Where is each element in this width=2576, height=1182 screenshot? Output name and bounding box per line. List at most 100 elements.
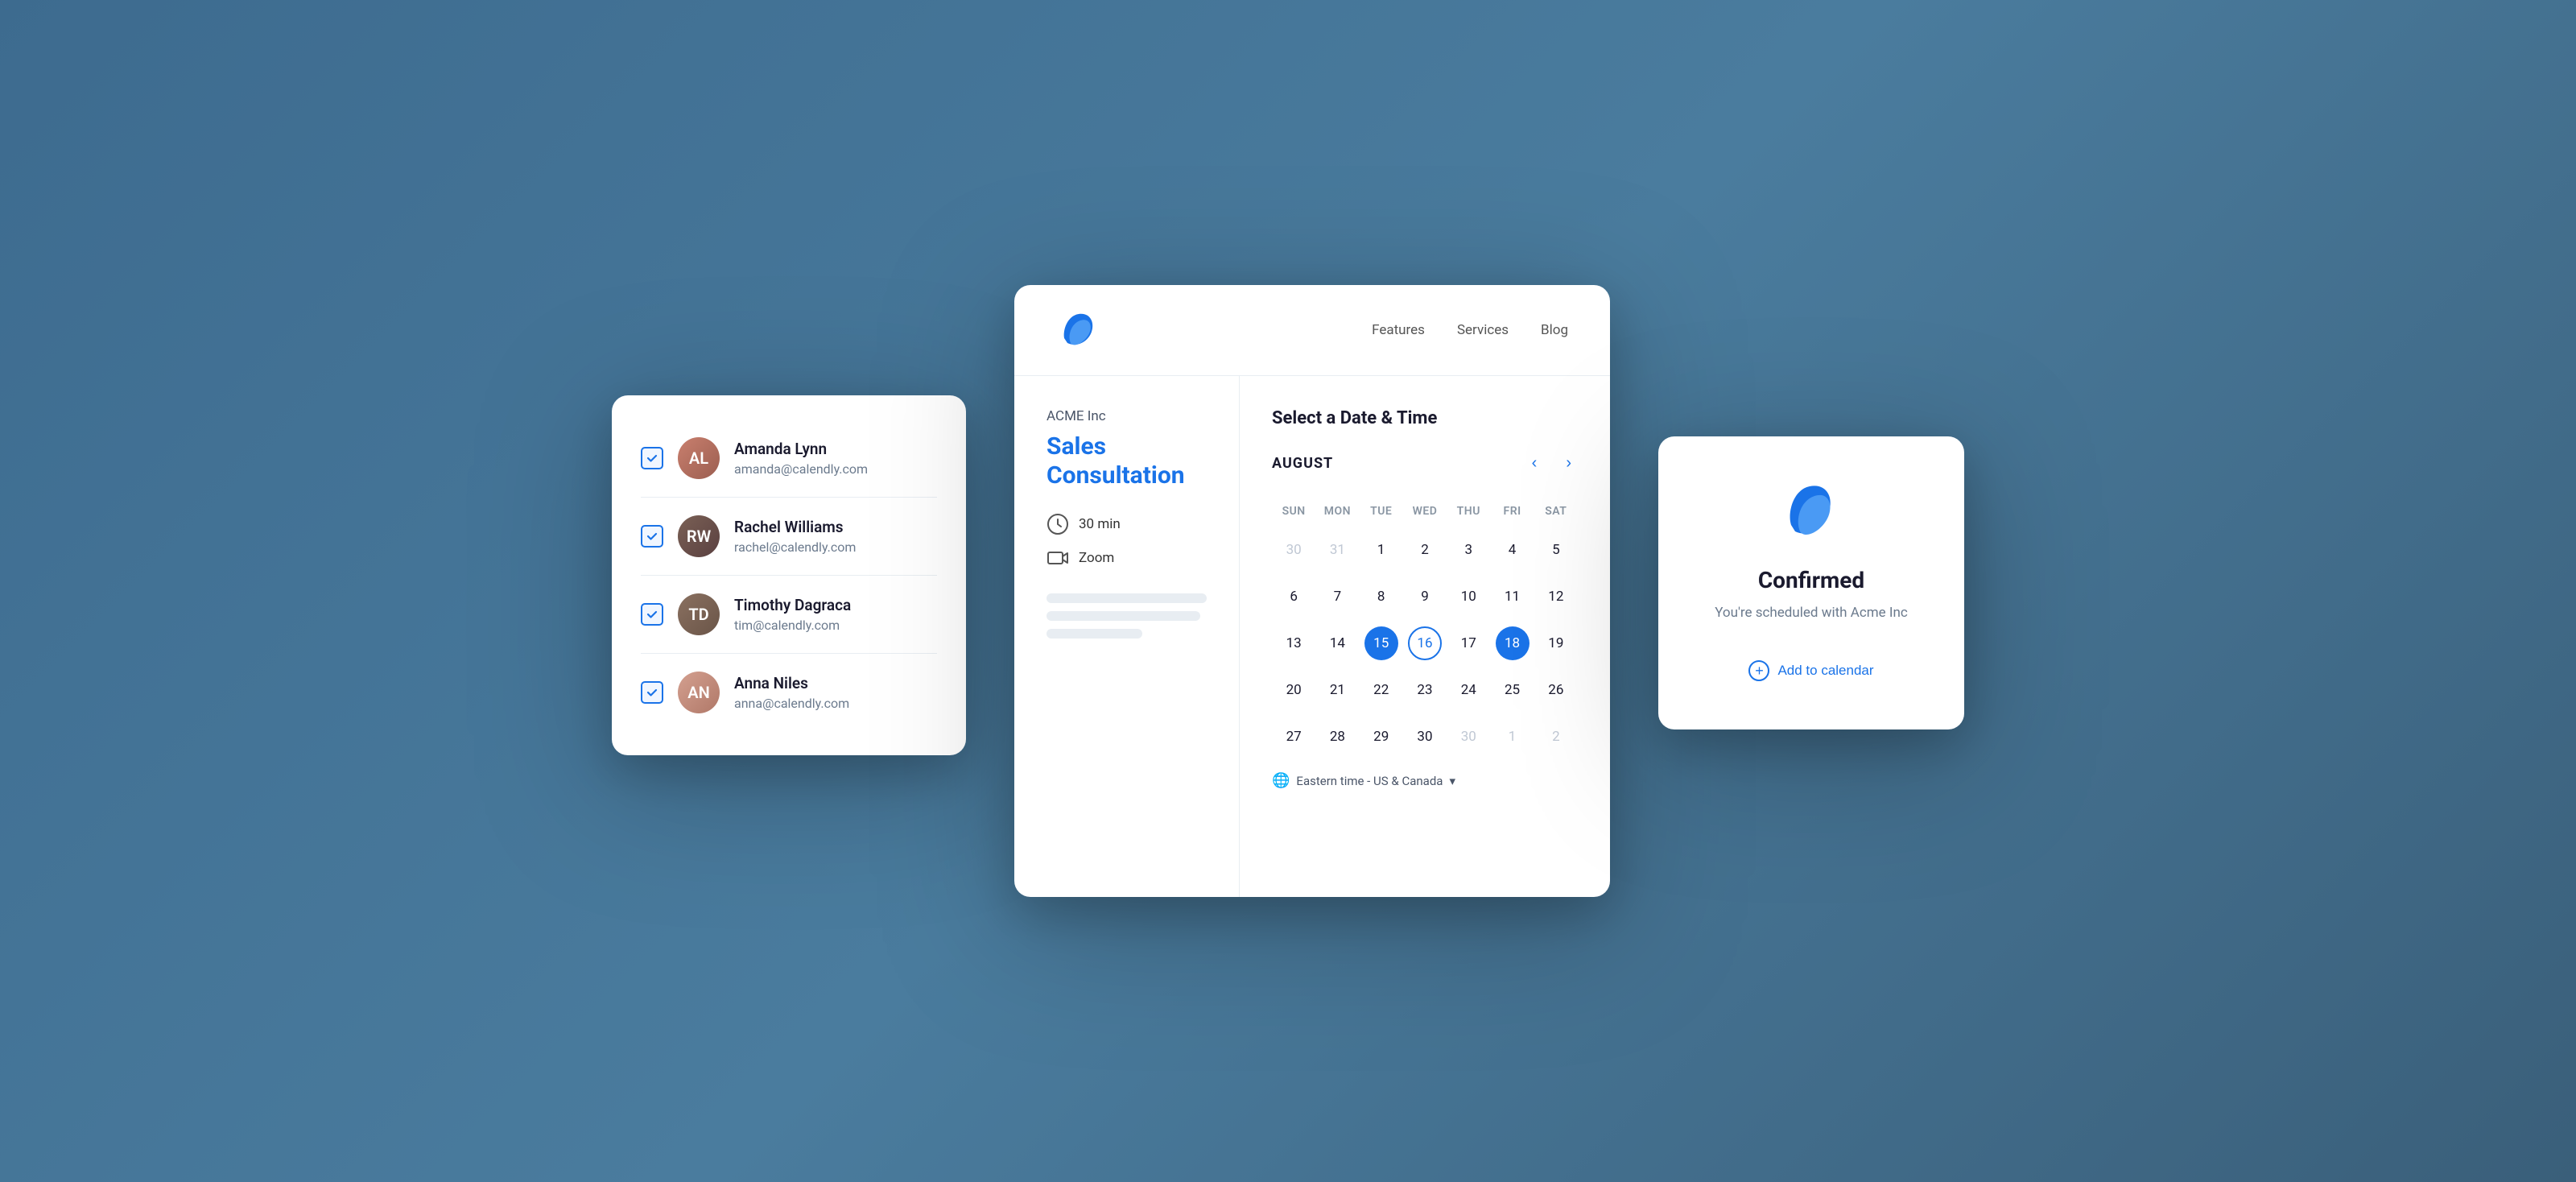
globe-icon: 🌐	[1272, 772, 1290, 789]
timezone-selector[interactable]: 🌐 Eastern time - US & Canada ▾	[1272, 772, 1578, 789]
user-item-4[interactable]: AN Anna Niles anna@calendly.com	[641, 654, 937, 731]
cal-day-6[interactable]: 6	[1277, 580, 1311, 614]
check-icon	[646, 686, 658, 699]
cal-day-25[interactable]: 25	[1496, 673, 1530, 707]
add-to-calendar-button[interactable]: + Add to calendar	[1736, 652, 1886, 689]
cal-day-17[interactable]: 17	[1451, 626, 1485, 660]
duration-label: 30 min	[1079, 516, 1121, 532]
service-title: Sales Consultation	[1046, 432, 1207, 490]
month-navigation: ‹ ›	[1525, 451, 1578, 476]
cal-day-26[interactable]: 26	[1539, 673, 1573, 707]
confirmation-subtitle: You're scheduled with Acme Inc	[1715, 603, 1908, 624]
timezone-label: Eastern time - US & Canada	[1296, 774, 1443, 788]
skeleton-2	[1046, 611, 1200, 621]
cal-day-8[interactable]: 8	[1364, 580, 1398, 614]
check-icon	[646, 530, 658, 543]
cal-day-14[interactable]: 14	[1320, 626, 1354, 660]
calendar-week-1: 30 31 1 2 3 4 5	[1272, 531, 1578, 569]
cal-day-10[interactable]: 10	[1451, 580, 1485, 614]
calendar-week-4: 20 21 22 23 24 25 26	[1272, 671, 1578, 709]
user-item-2[interactable]: RW Rachel Williams rachel@calendly.com	[641, 498, 937, 576]
day-header-mon: MON	[1315, 500, 1359, 523]
cal-day-4[interactable]: 4	[1496, 533, 1530, 567]
user-item-1[interactable]: AL Amanda Lynn amanda@calendly.com	[641, 419, 937, 498]
nav-links: Features Services Blog	[1372, 322, 1568, 338]
plus-circle-icon: +	[1748, 660, 1769, 681]
avatar-timothy: TD	[678, 593, 720, 635]
description-skeleton	[1046, 593, 1207, 639]
user-name-timothy: Timothy Dagraca	[734, 596, 937, 614]
cal-day-3[interactable]: 3	[1451, 533, 1485, 567]
calendar-grid: SUN MON TUE WED THU FRI SAT 30 31 1 2 3 …	[1272, 500, 1578, 756]
cal-day-1[interactable]: 1	[1364, 533, 1398, 567]
timezone-dropdown-icon: ▾	[1449, 774, 1455, 788]
confirmation-title: Confirmed	[1758, 567, 1864, 593]
cal-day-23[interactable]: 23	[1408, 673, 1442, 707]
cal-day-19[interactable]: 19	[1539, 626, 1573, 660]
cal-day-1-next: 1	[1496, 720, 1530, 754]
cal-day-12[interactable]: 12	[1539, 580, 1573, 614]
cal-day-16-selected[interactable]: 16	[1408, 626, 1442, 660]
user-email-anna: anna@calendly.com	[734, 696, 937, 711]
cal-day-2-next: 2	[1539, 720, 1573, 754]
day-header-tue: TUE	[1360, 500, 1403, 523]
cal-day-28[interactable]: 28	[1320, 720, 1354, 754]
cal-day-2[interactable]: 2	[1408, 533, 1442, 567]
check-icon	[646, 452, 658, 465]
user-email-amanda: amanda@calendly.com	[734, 461, 937, 477]
checkbox-anna[interactable]	[641, 681, 663, 704]
avatar-amanda: AL	[678, 437, 720, 479]
nav-blog[interactable]: Blog	[1541, 322, 1568, 338]
confirmation-panel: Confirmed You're scheduled with Acme Inc…	[1658, 436, 1964, 730]
cal-day-15-selected[interactable]: 15	[1364, 626, 1398, 660]
user-list: AL Amanda Lynn amanda@calendly.com RW Ra…	[641, 419, 937, 731]
cal-day-11[interactable]: 11	[1496, 580, 1530, 614]
duration-item: 30 min	[1046, 513, 1207, 535]
booking-calendar: Select a Date & Time AUGUST ‹ › SUN MON …	[1240, 376, 1610, 897]
nav-features[interactable]: Features	[1372, 322, 1425, 338]
confirm-logo	[1779, 477, 1843, 544]
cal-day-9[interactable]: 9	[1408, 580, 1442, 614]
cal-day-30[interactable]: 30	[1408, 720, 1442, 754]
platform-item: Zoom	[1046, 547, 1207, 569]
cal-day-13[interactable]: 13	[1277, 626, 1311, 660]
calendar-week-3: 13 14 15 16 17 18 19	[1272, 624, 1578, 663]
booking-service-info: ACME Inc Sales Consultation 30 min Zoom	[1014, 376, 1240, 897]
calendar-week-2: 6 7 8 9 10 11 12	[1272, 577, 1578, 616]
cal-day-22[interactable]: 22	[1364, 673, 1398, 707]
company-name: ACME Inc	[1046, 408, 1207, 424]
checkbox-amanda[interactable]	[641, 447, 663, 469]
user-item-3[interactable]: TD Timothy Dagraca tim@calendly.com	[641, 576, 937, 654]
next-month-button[interactable]: ›	[1559, 451, 1578, 476]
user-name-rachel: Rachel Williams	[734, 518, 937, 536]
cal-day-18-selected[interactable]: 18	[1496, 626, 1530, 660]
checkbox-rachel[interactable]	[641, 525, 663, 548]
cal-day-31-prev: 31	[1320, 533, 1354, 567]
cal-day-7[interactable]: 7	[1320, 580, 1354, 614]
day-header-thu: THU	[1447, 500, 1490, 523]
checkbox-timothy[interactable]	[641, 603, 663, 626]
cal-day-21[interactable]: 21	[1320, 673, 1354, 707]
user-email-rachel: rachel@calendly.com	[734, 539, 937, 555]
user-name-anna: Anna Niles	[734, 674, 937, 692]
prev-month-button[interactable]: ‹	[1525, 451, 1544, 476]
cal-day-5[interactable]: 5	[1539, 533, 1573, 567]
cal-day-20[interactable]: 20	[1277, 673, 1311, 707]
day-header-sat: SAT	[1534, 500, 1578, 523]
skeleton-3	[1046, 629, 1142, 639]
nav-services[interactable]: Services	[1457, 322, 1509, 338]
avatar-rachel: RW	[678, 515, 720, 557]
cal-day-24[interactable]: 24	[1451, 673, 1485, 707]
clock-icon	[1046, 513, 1069, 535]
brand-logo	[1056, 308, 1098, 353]
cal-day-27[interactable]: 27	[1277, 720, 1311, 754]
cal-day-29[interactable]: 29	[1364, 720, 1398, 754]
booking-panel: Features Services Blog ACME Inc Sales Co…	[1014, 285, 1610, 897]
video-icon	[1046, 547, 1069, 569]
day-headers-row: SUN MON TUE WED THU FRI SAT	[1272, 500, 1578, 523]
day-header-sun: SUN	[1272, 500, 1315, 523]
booking-content: ACME Inc Sales Consultation 30 min Zoom	[1014, 376, 1610, 897]
check-icon	[646, 608, 658, 621]
calendar-header: AUGUST ‹ ›	[1272, 451, 1578, 476]
calendly-logo-large	[1779, 477, 1843, 541]
